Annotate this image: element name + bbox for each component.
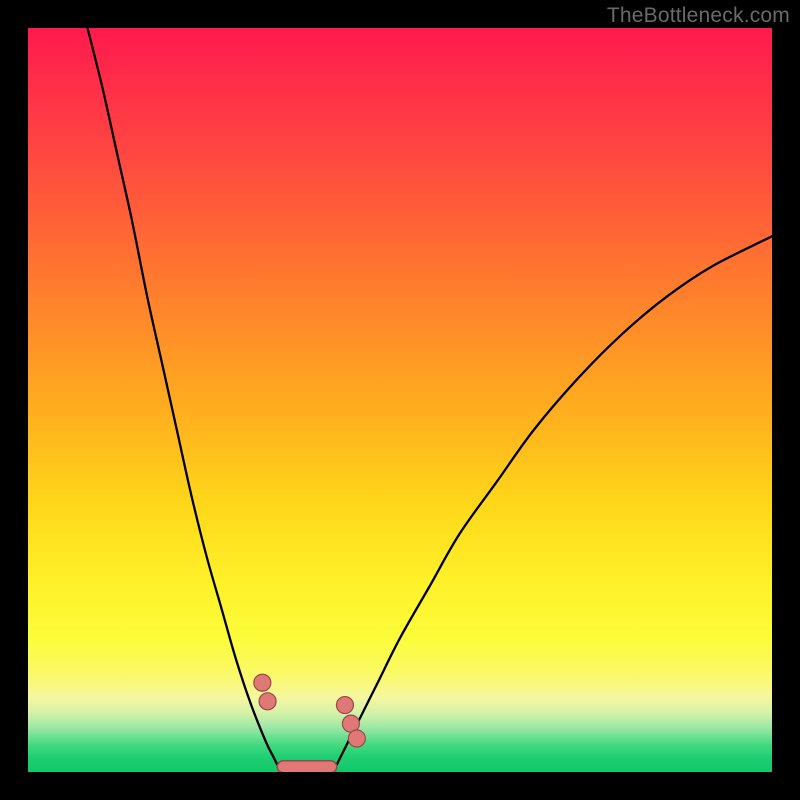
chart-svg — [28, 28, 772, 772]
left-curve — [88, 28, 281, 772]
left-marker-upper — [254, 674, 271, 691]
outer-black-frame: TheBottleneck.com — [0, 0, 800, 800]
floor-marker-bar — [277, 761, 337, 772]
plot-area — [28, 28, 772, 772]
marker-group — [254, 674, 365, 747]
right-marker-a — [336, 697, 353, 714]
left-marker-lower — [259, 693, 276, 710]
watermark-text: TheBottleneck.com — [607, 4, 790, 28]
right-marker-c — [348, 730, 365, 747]
right-curve — [333, 236, 772, 772]
